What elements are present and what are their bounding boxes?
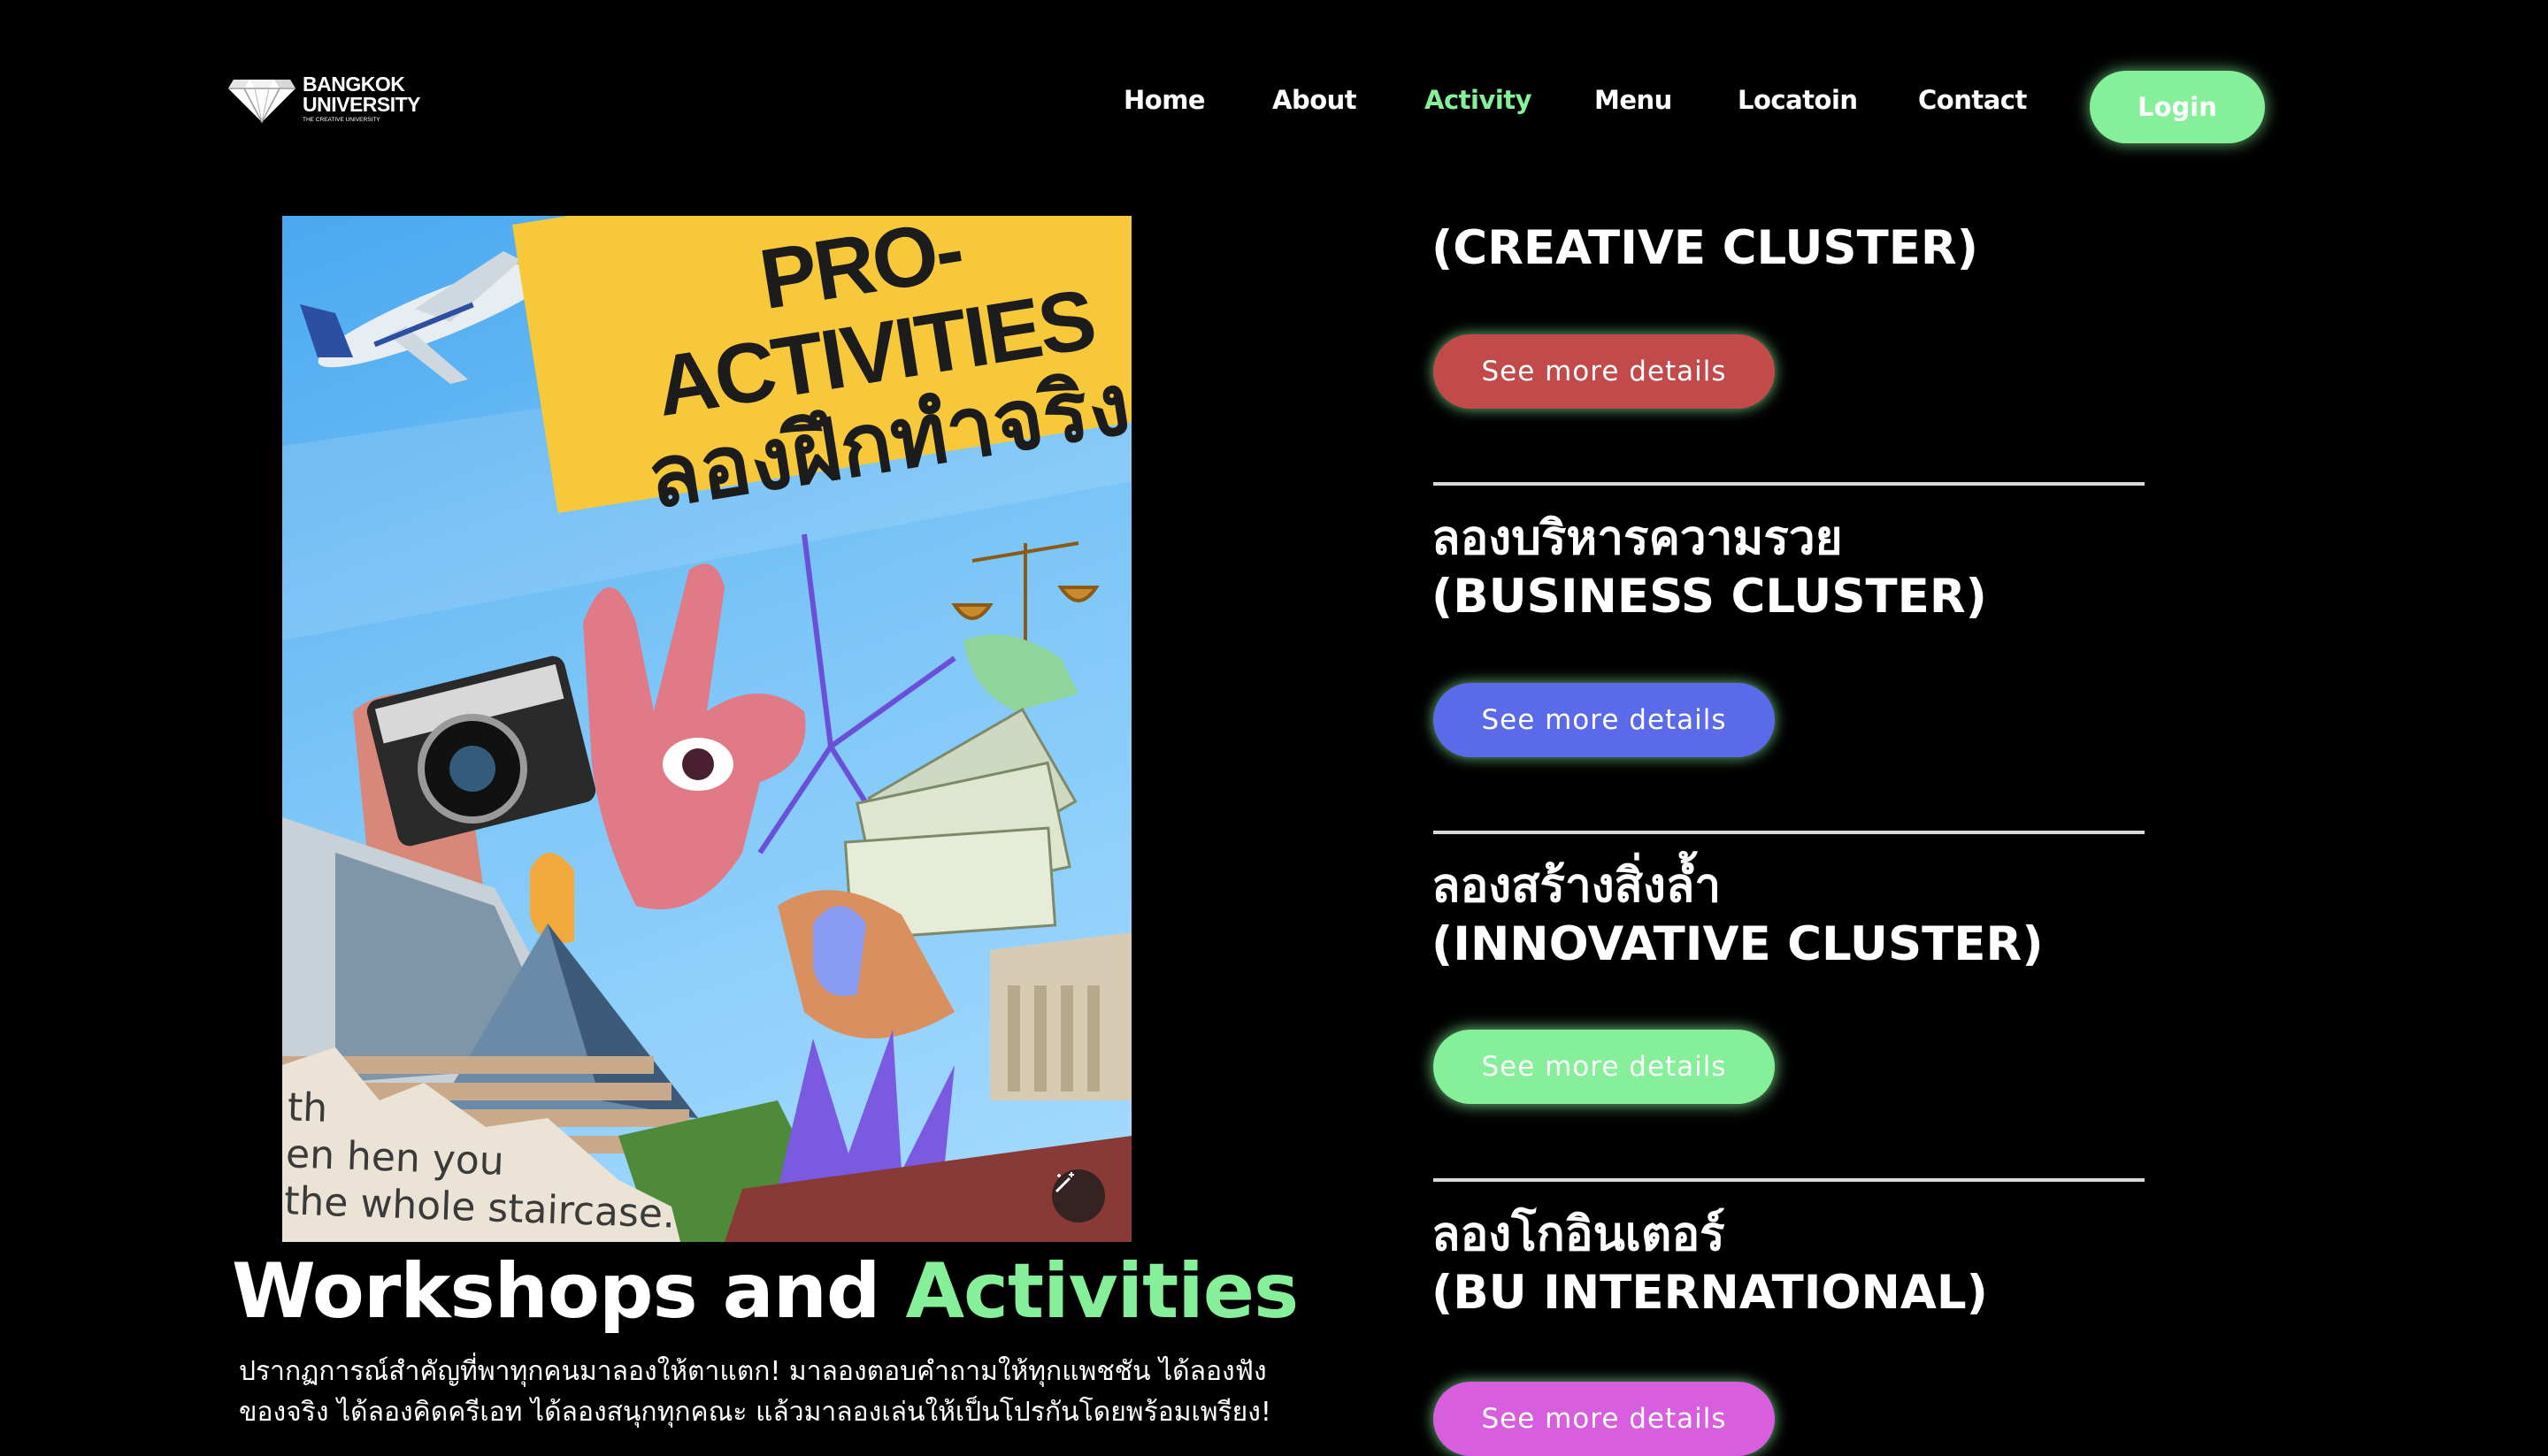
cluster-title-th: ลองบริหารความรวย — [1431, 511, 1843, 565]
cluster-title-en: (BU INTERNATIONAL) — [1431, 1266, 1988, 1320]
logo-tagline: THE CREATIVE UNIVERSITY — [303, 117, 380, 124]
logo-wordmark: BANGKOK UNIVERSITY THE CREATIVE UNIVERSI… — [303, 73, 421, 124]
login-button[interactable]: Login — [2090, 71, 2265, 143]
innovative-details-button[interactable]: See more details — [1433, 1030, 1775, 1104]
nav-contact[interactable]: Contact — [1918, 85, 2027, 115]
international-details-button[interactable]: See more details — [1433, 1382, 1775, 1456]
magic-wand-icon[interactable] — [1052, 1169, 1105, 1222]
classical-building — [990, 932, 1132, 1100]
cluster-title-business: ลองบริหารความรวย (BUSINESS CLUSTER) — [1431, 510, 1987, 626]
cluster-title-th: ลองโกอินเตอร์ — [1431, 1207, 1725, 1261]
cluster-title-international: ลองโกอินเตอร์ (BU INTERNATIONAL) — [1431, 1206, 1988, 1322]
business-details-button[interactable]: See more details — [1433, 683, 1775, 757]
cluster-divider — [1433, 1178, 2145, 1182]
logo-line-1: BANGKOK — [303, 73, 405, 96]
cluster-title-en: (CREATIVE CLUSTER) — [1431, 221, 1978, 275]
poster-torn-text: th en hen you the whole staircase. — [283, 1084, 679, 1238]
section-title-accent: Activities — [905, 1247, 1299, 1336]
cluster-title-en: (BUSINESS CLUSTER) — [1431, 570, 1987, 624]
cluster-title-creative: (CREATIVE CLUSTER) — [1431, 219, 1978, 278]
cluster-title-innovative: ลองสร้างสิ่งล้ำ (INNOVATIVE CLUSTER) — [1431, 857, 2044, 974]
cluster-title-en: (INNOVATIVE CLUSTER) — [1431, 917, 2044, 971]
section-title: Workshops and Activities — [232, 1247, 1299, 1336]
cluster-divider — [1433, 482, 2145, 486]
nav-menu[interactable]: Menu — [1594, 85, 1672, 115]
nav-home[interactable]: Home — [1124, 85, 1206, 115]
logo-line-2: UNIVERSITY — [303, 93, 421, 117]
nav-activity[interactable]: Activity — [1424, 85, 1532, 115]
creative-details-button[interactable]: See more details — [1433, 334, 1775, 409]
cluster-title-th: ลองสร้างสิ่งล้ำ — [1431, 859, 1722, 913]
diamond-logo-icon — [228, 80, 295, 124]
nav-about[interactable]: About — [1272, 85, 1357, 115]
bangkok-university-logo[interactable]: BANGKOK UNIVERSITY THE CREATIVE UNIVERSI… — [228, 71, 421, 127]
section-title-plain: Workshops and — [232, 1247, 906, 1336]
cluster-divider — [1433, 831, 2145, 834]
camera-icon — [366, 655, 596, 847]
pro-activities-poster: PRO-ACTIVITIES ลองฝึกทำจริง th en hen yo… — [282, 216, 1132, 1242]
section-description: ปรากฏการณ์สำคัญที่พาทุกคนมาลองให้ตาแตก! … — [239, 1356, 1271, 1428]
nav-location[interactable]: Locatoin — [1738, 85, 1858, 115]
